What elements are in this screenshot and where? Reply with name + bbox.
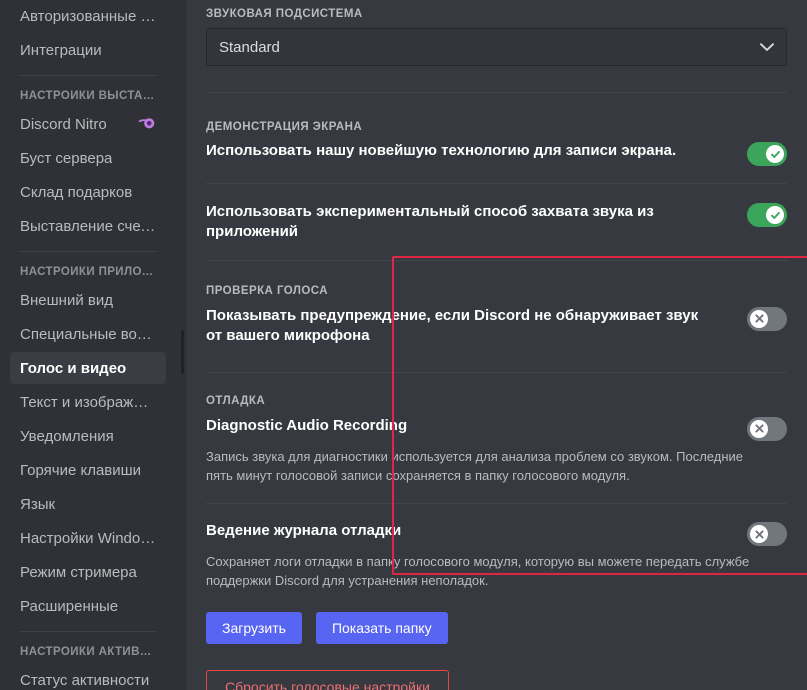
sidebar-item-label: Интеграции [20, 41, 102, 59]
sidebar-item-6[interactable]: Склад подарков [10, 176, 166, 208]
debug-toggle-1[interactable] [747, 522, 787, 547]
debug-title: ОТЛАДКА [206, 394, 266, 407]
toggle-knob [750, 525, 768, 544]
voice-check-title: ПРОВЕРКА ГОЛОСА [206, 284, 329, 297]
sidebar-item-label: Горячие клавиши [20, 461, 142, 479]
sidebar-separator [20, 251, 156, 252]
audio-subsystem-section: ЗВУКОВАЯ ПОДСИСТЕМА Standard [206, 0, 787, 66]
close-icon [754, 424, 764, 433]
sidebar-item-label: Язык [20, 495, 56, 513]
close-icon [754, 314, 764, 323]
sidebar-item-label: Статус активности [20, 671, 150, 689]
settings-sidebar[interactable]: Авторизованные прил... Интеграции НАСТРОЙК… [0, 0, 186, 690]
nitro-icon [138, 115, 156, 133]
sidebar-item-label: Расширенные [20, 597, 119, 615]
voice-check-row-label: Показывать предупреждение, если Discord … [206, 306, 699, 344]
sidebar-separator [20, 631, 156, 632]
voice-check-toggle-0[interactable] [747, 306, 787, 331]
divider [206, 183, 787, 184]
upload-button[interactable]: Загрузить [206, 612, 302, 645]
screenshare-toggle-0[interactable] [747, 142, 787, 166]
divider [206, 371, 787, 373]
chevron-down-icon [760, 41, 774, 54]
sidebar-item-label: Склад подарков [20, 183, 133, 201]
check-icon [770, 150, 780, 158]
voice-check-section: ПРОВЕРКА ГОЛОСА Показывать предупреждени… [206, 285, 787, 373]
sidebar-group-header: НАСТРОЙКИ ПРИЛОЖЕНИЯ [20, 266, 176, 278]
screenshare-toggle-1[interactable] [747, 203, 787, 227]
screenshare-row-label: Использовать экспериментальный способ за… [206, 203, 654, 240]
close-icon [754, 530, 764, 539]
audio-subsystem-title: ЗВУКОВАЯ ПОДСИСТЕМА [206, 8, 363, 20]
sidebar-item-17[interactable]: Настройки Windows [10, 522, 166, 554]
debug-toggle-0[interactable] [747, 416, 787, 441]
toggle-knob [766, 145, 784, 163]
sidebar-item-label: Режим стримера [20, 563, 137, 581]
screenshare-row: Использовать экспериментальный способ за… [206, 202, 787, 242]
debug-row-label: Ведение журнала отладки [206, 522, 402, 540]
sidebar-item-label: Специальные возмож... [20, 325, 156, 343]
sidebar-item-16[interactable]: Язык [10, 488, 166, 520]
reset-actions: Сбросить голосовые настройки [206, 670, 787, 690]
sidebar-group-header: НАСТРОЙКИ АКТИВНОСТИ [20, 646, 176, 658]
debug-section: ОТЛАДКА Diagnostic Audio Recording Запись… [206, 395, 787, 591]
debug-row-label: Diagnostic Audio Recording [206, 416, 408, 434]
show-folder-button[interactable]: Показать папку [315, 612, 448, 645]
sidebar-item-label: Выставление счетов [20, 217, 156, 235]
screenshare-row-label: Использовать нашу новейшую технологию дл… [206, 142, 677, 159]
sidebar-item-1[interactable]: Интеграции [10, 34, 166, 66]
sidebar-item-label: Настройки Windows [20, 529, 156, 547]
sidebar-item-label: Голос и видео [20, 359, 127, 377]
screenshare-row: Использовать нашу новейшую технологию дл… [206, 141, 787, 166]
sidebar-item-18[interactable]: Режим стримера [10, 556, 166, 588]
debug-row: Ведение журнала отладки [206, 521, 787, 547]
sidebar-group-header: НАСТРОЙКИ ВЫСТАВЛЕН... [20, 90, 176, 102]
sidebar-separator [20, 75, 156, 76]
sidebar-item-12[interactable]: Голос и видео [10, 352, 166, 384]
toggle-knob [750, 419, 768, 438]
debug-actions: Загрузить Показать папку [206, 612, 787, 645]
sidebar-item-label: Внешний вид [20, 291, 113, 309]
debug-row-description: Сохраняет логи отладки в папку голосовог… [206, 554, 750, 589]
audio-subsystem-selected-value: Standard [219, 38, 280, 56]
screenshare-section: ДЕМОНСТРАЦИЯ ЭКРАНА Использовать нашу но… [206, 121, 787, 261]
voice-and-video-settings-panel: ЗВУКОВАЯ ПОДСИСТЕМА Standard ДЕМОНСТРАЦИ… [186, 0, 807, 690]
divider [206, 259, 787, 261]
settings-window: Авторизованные прил... Интеграции НАСТРОЙК… [0, 0, 807, 690]
sidebar-item-label: Уведомления [20, 427, 114, 445]
sidebar-item-7[interactable]: Выставление счетов [10, 210, 166, 242]
sidebar-item-label: Буст сервера [20, 149, 113, 167]
voice-check-row: Показывать предупреждение, если Discord … [206, 306, 787, 346]
audio-subsystem-select[interactable]: Standard [206, 28, 787, 66]
sidebar-item-5[interactable]: Буст сервера [10, 142, 166, 174]
check-icon [770, 211, 780, 219]
reset-voice-settings-button[interactable]: Сбросить голосовые настройки [206, 670, 449, 690]
sidebar-item-15[interactable]: Горячие клавиши [10, 454, 166, 486]
sidebar-item-4[interactable]: Discord Nitro [10, 108, 166, 140]
sidebar-item-label: Discord Nitro [20, 115, 107, 133]
sidebar-item-13[interactable]: Текст и изображения [10, 386, 166, 418]
sidebar-item-14[interactable]: Уведомления [10, 420, 166, 452]
screenshare-title: ДЕМОНСТРАЦИЯ ЭКРАНА [206, 121, 363, 133]
sidebar-item-19[interactable]: Расширенные [10, 590, 166, 622]
divider [206, 92, 787, 93]
sidebar-item-label: Текст и изображения [20, 393, 156, 411]
sidebar-item-label: Авторизованные прил... [20, 7, 156, 25]
debug-row-description: Запись звука для диагностики используетс… [206, 448, 744, 483]
sidebar-item-22[interactable]: Статус активности [10, 664, 166, 690]
divider [206, 503, 787, 505]
sidebar-item-11[interactable]: Специальные возмож... [10, 318, 166, 350]
toggle-knob [766, 206, 784, 224]
sidebar-item-10[interactable]: Внешний вид [10, 284, 166, 316]
sidebar-item-0[interactable]: Авторизованные прил... [10, 0, 166, 32]
toggle-knob [750, 309, 768, 328]
sidebar-scrollbar[interactable] [181, 330, 184, 374]
debug-row: Diagnostic Audio Recording [206, 416, 787, 441]
